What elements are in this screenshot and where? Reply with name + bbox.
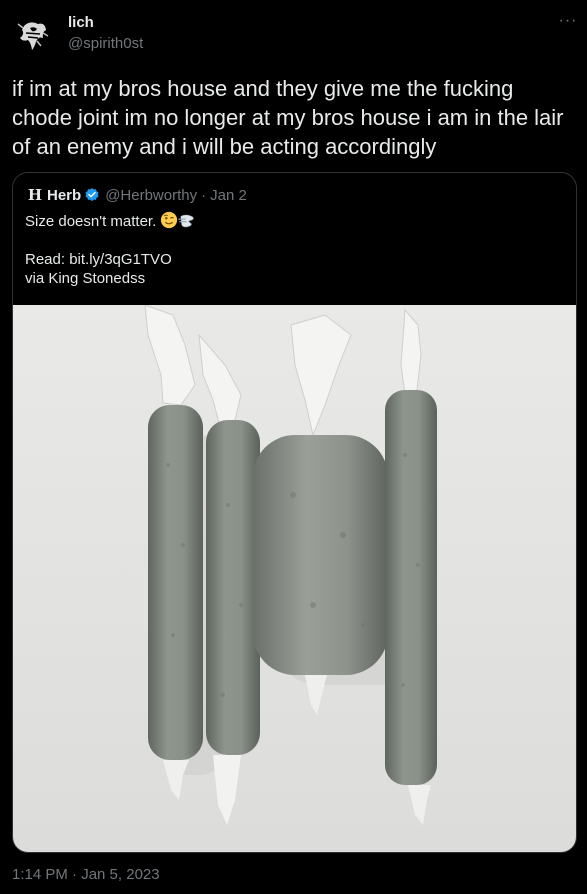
verified-badge-icon (85, 188, 99, 202)
author-avatar[interactable] (12, 12, 56, 56)
quoted-avatar[interactable]: H (25, 185, 45, 205)
tweet: lich @spirith0st ··· if im at my bros ho… (0, 0, 587, 894)
quoted-line-1: Size doesn't matter. (25, 213, 157, 230)
quoted-separator: · (201, 186, 207, 204)
joints-photo (13, 305, 576, 852)
dashing-away-icon (178, 214, 195, 228)
quoted-line-3: via King Stonedss (25, 270, 146, 287)
quoted-tweet[interactable]: H Herb @Herbworthy · Jan 2 Size doesn't … (12, 172, 577, 853)
quoted-line-2[interactable]: Read: bit.ly/3qG1TVO (25, 250, 565, 269)
more-horizontal-icon: ··· (558, 12, 578, 29)
tweet-timestamp[interactable]: 1:14 PM · Jan 5, 2023 (12, 866, 160, 883)
author-info: lich @spirith0st (68, 14, 143, 54)
quoted-tweet-header: H Herb @Herbworthy · Jan 2 (25, 185, 247, 205)
quoted-photo[interactable] (13, 305, 576, 852)
skeleton-avatar-icon (12, 12, 56, 56)
quoted-date[interactable]: Jan 2 (210, 187, 247, 204)
author-display-name[interactable]: lich (68, 14, 143, 32)
tweet-text: if im at my bros house and they give me … (12, 76, 564, 159)
winking-face-icon (161, 211, 178, 229)
quoted-display-name[interactable]: Herb (47, 187, 81, 204)
quoted-text: Size doesn't matter. Read: bit.ly/3qG1TV… (25, 211, 565, 288)
quoted-handle[interactable]: @Herbworthy (105, 187, 197, 204)
more-options-button[interactable]: ··· (556, 12, 580, 32)
author-handle[interactable]: @spirith0st (68, 34, 143, 54)
